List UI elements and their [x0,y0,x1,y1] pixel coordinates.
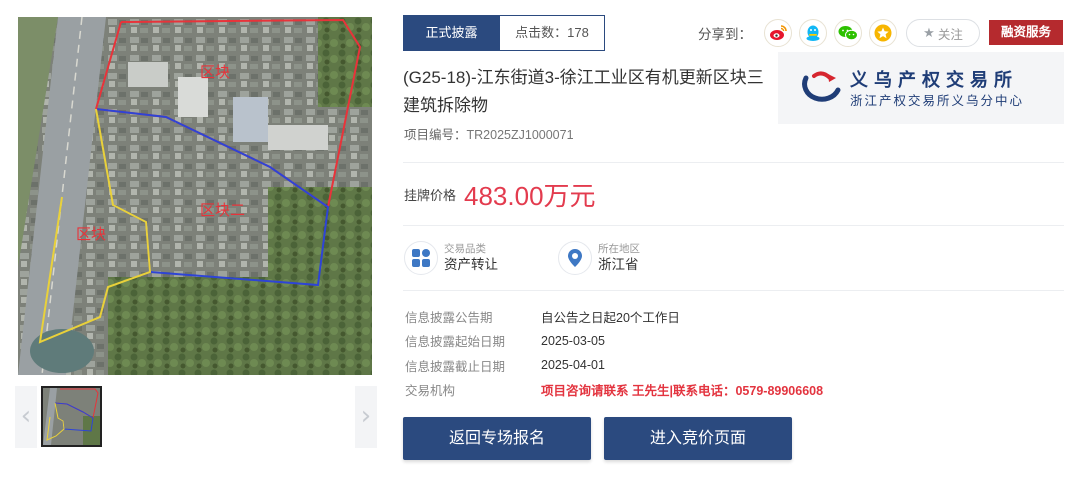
region-key: 所在地区 [598,242,640,255]
thumbnail-graphic [43,388,100,445]
info-value: 自公告之日起20个工作日 [541,310,680,325]
project-code: 项目编号：TR2025ZJ1000071 [404,124,574,143]
share-label: 分享到： [698,27,752,42]
price-label: 挂牌价格 [404,187,457,203]
project-code-value: TR2025ZJ1000071 [466,128,574,142]
finance-service-button[interactable]: 融资服务 [989,20,1063,45]
exchange-logo-icon [802,71,841,102]
aerial-map-graphic: 区块 区块二 区块 [18,17,372,375]
attribute-category: 交易品类 资产转让 [404,240,498,276]
divider [403,162,1064,163]
info-value: 2025-03-05 [541,333,605,348]
map-label-block-2: 区块二 [200,201,245,219]
category-value: 资产转让 [444,256,498,272]
thumbnail-strip: ‹ › [15,386,377,448]
disclosure-info-table: 信息披露公告期 自公告之日起20个工作日 信息披露起始日期 2025-03-05… [405,304,823,402]
back-to-session-button[interactable]: 返回专场报名 [403,417,591,460]
exchange-logo-panel: 义乌产权交易所 浙江产权交易所义乌分中心 [778,52,1064,124]
category-key: 交易品类 [444,242,486,255]
location-pin-icon [558,241,592,275]
chevron-right-icon[interactable]: › [355,386,377,448]
price-row: 挂牌价格 483.00万元 [404,174,596,214]
divider [403,290,1064,291]
status-tabbar: 正式披露 点击数：178 [403,15,605,51]
tab-formal-disclosure[interactable]: 正式披露 [403,15,500,51]
wechat-icon[interactable] [834,19,862,47]
attribute-region: 所在地区 浙江省 [558,240,640,276]
info-key: 交易机构 [405,384,456,399]
info-key: 信息披露截止日期 [405,359,506,374]
region-value: 浙江省 [598,256,639,272]
qq-icon[interactable] [799,19,827,47]
share-bar: 分享到： ★ 关注 [698,18,980,48]
click-count-label: 点击数： [515,25,568,40]
follow-label: 关注 [937,27,963,42]
exchange-name: 义乌产权交易所 [850,70,1018,90]
favorite-icon[interactable] [869,19,897,47]
exchange-subtitle: 浙江产权交易所义乌分中心 [850,94,1025,108]
project-code-label: 项目编号： [404,128,467,142]
divider [403,225,1064,226]
follow-button[interactable]: ★ 关注 [906,19,980,47]
category-grid-icon [404,241,438,275]
info-key: 信息披露起始日期 [405,335,506,350]
star-icon: ★ [923,25,935,41]
map-label-block-1: 区块 [200,63,230,81]
weibo-icon[interactable] [764,19,792,47]
thumbnail-aerial[interactable] [41,386,102,447]
map-label-block-3: 区块 [76,225,106,243]
contact-value: 项目咨询请联系 王先生|联系电话：0579-89906608 [541,384,824,399]
main-aerial-image[interactable]: 区块 区块二 区块 [18,17,372,375]
info-key: 信息披露公告期 [405,310,493,325]
chevron-left-icon[interactable]: ‹ [15,386,37,448]
info-row: 信息披露起始日期 2025-03-05 [405,329,823,354]
enter-bidding-button[interactable]: 进入竞价页面 [604,417,792,460]
click-count: 点击数：178 [500,15,605,51]
info-row: 交易机构 项目咨询请联系 王先生|联系电话：0579-89906608 [405,378,823,403]
info-row: 信息披露截止日期 2025-04-01 [405,353,823,378]
attribute-category-text: 交易品类 资产转让 [444,243,498,274]
attribute-region-text: 所在地区 浙江省 [598,243,640,274]
info-row: 信息披露公告期 自公告之日起20个工作日 [405,304,823,329]
click-count-value: 178 [567,25,589,40]
price-value: 483.00万元 [464,180,596,211]
info-value: 2025-04-01 [541,358,605,373]
project-title: (G25-18)-江东街道3-徐江工业区有机更新区块三建筑拆除物 [403,68,764,115]
